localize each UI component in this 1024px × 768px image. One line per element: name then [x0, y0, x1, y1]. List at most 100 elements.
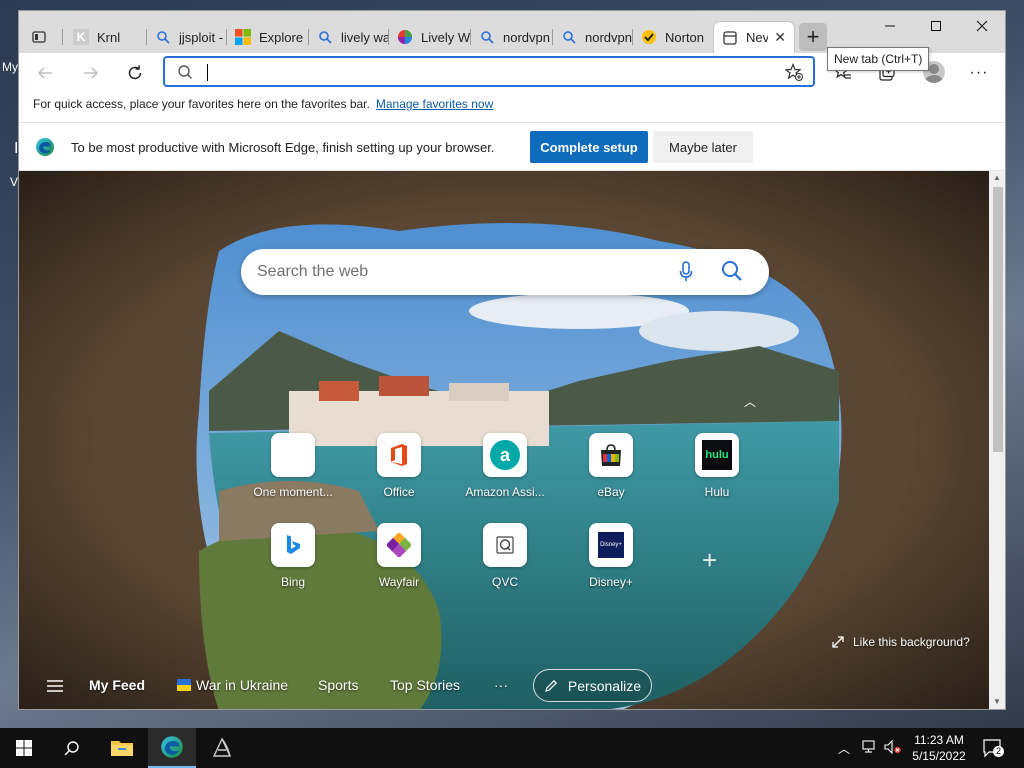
close-window-button[interactable]	[959, 11, 1005, 41]
amazon-icon: a	[483, 433, 527, 477]
search-icon	[561, 29, 577, 45]
edge-logo-icon	[36, 138, 54, 156]
tab-label: Lively W	[421, 29, 471, 45]
minimize-button[interactable]	[867, 11, 913, 41]
personalize-button[interactable]: Personalize	[533, 669, 652, 702]
manage-favorites-link[interactable]: Manage favorites now	[376, 97, 493, 111]
search-placeholder: Search the web	[257, 263, 369, 280]
microphone-icon[interactable]	[679, 261, 693, 288]
tab-label: Krnl	[97, 29, 121, 45]
desktop-label: V	[10, 175, 19, 189]
tab-actions-button[interactable]	[23, 21, 63, 53]
tab-lively[interactable]: Lively W	[389, 21, 471, 53]
bing-icon	[271, 523, 315, 567]
quick-link-bing[interactable]: Bing	[248, 523, 338, 603]
quick-link-qvc[interactable]: QVC	[460, 523, 550, 603]
clock[interactable]: 11:23 AM 5/15/2022	[906, 732, 972, 764]
settings-menu-button[interactable]: ···	[965, 59, 993, 87]
office-icon	[377, 433, 421, 477]
feed-tab-my-feed[interactable]: My Feed	[89, 677, 145, 693]
search-button[interactable]	[48, 728, 96, 768]
loading-icon	[271, 433, 315, 477]
maybe-later-button[interactable]: Maybe later	[653, 131, 753, 163]
search-icon	[155, 29, 171, 45]
scroll-down-icon[interactable]: ▼	[993, 697, 1001, 706]
expand-icon	[832, 636, 844, 648]
search-icon	[479, 29, 495, 45]
quick-link-label: Bing	[280, 575, 306, 589]
edge-window: K Krnl jjsploit - Explore lively wa Live…	[18, 10, 1006, 710]
quick-link-ebay[interactable]: eBay	[566, 433, 656, 513]
tab-new-tab[interactable]: Nev ✕	[713, 21, 795, 53]
refresh-button[interactable]	[121, 59, 149, 87]
quick-link-label: Wayfair	[378, 575, 420, 589]
microsoft-icon	[235, 29, 251, 45]
menu-icon[interactable]	[47, 679, 63, 698]
quick-link-label: Disney+	[589, 575, 633, 589]
quick-link-office[interactable]: Office	[354, 433, 444, 513]
tab-label: nordvpn	[585, 29, 632, 45]
maximize-button[interactable]	[913, 11, 959, 41]
quick-link-wayfair[interactable]: Wayfair	[354, 523, 444, 603]
qvc-icon	[483, 523, 527, 567]
more-icon: ···	[969, 64, 989, 81]
tab-nordvpn-1[interactable]: nordvpn	[471, 21, 553, 53]
tab-explore[interactable]: Explore	[227, 21, 309, 53]
desktop-label: My	[2, 60, 18, 74]
add-site-button[interactable]: +	[702, 545, 717, 576]
forward-button[interactable]	[77, 59, 105, 87]
web-search-box[interactable]: Search the web	[241, 249, 769, 295]
tab-norton[interactable]: Norton	[633, 21, 713, 53]
new-tab-page: Search the web ︿ One moment... Office a …	[19, 171, 989, 709]
wayfair-icon	[377, 523, 421, 567]
address-input[interactable]	[205, 62, 765, 82]
taskbar: ︿ 11:23 AM 5/15/2022 2	[0, 728, 1024, 768]
close-tab-icon[interactable]: ✕	[774, 29, 786, 46]
scroll-up-icon[interactable]: ▲	[993, 173, 1001, 182]
file-explorer-button[interactable]	[98, 728, 146, 768]
start-button[interactable]	[0, 728, 48, 768]
search-icon[interactable]	[721, 260, 743, 287]
add-favorite-icon[interactable]	[784, 62, 803, 86]
edge-taskbar-button[interactable]	[148, 728, 196, 768]
disney-logo: Disney+	[598, 532, 624, 558]
feed-tab-sports[interactable]: Sports	[318, 677, 358, 693]
app-taskbar-button[interactable]	[198, 728, 246, 768]
tab-lively-search[interactable]: lively wa	[309, 21, 389, 53]
network-icon[interactable]	[862, 740, 878, 757]
quick-link-amazon-assistant[interactable]: a Amazon Assi...	[460, 433, 550, 513]
show-hidden-icons[interactable]: ︿	[838, 740, 850, 757]
chevron-up-icon[interactable]: ︿	[744, 393, 756, 410]
tab-krnl[interactable]: K Krnl	[65, 21, 147, 53]
quick-link-disney-plus[interactable]: Disney+ Disney+	[566, 523, 656, 603]
feed-tab-top-stories[interactable]: Top Stories	[390, 677, 460, 693]
volume-muted-icon[interactable]	[884, 739, 902, 757]
action-center-button[interactable]: 2	[982, 737, 1004, 759]
feed-tab-label: War in Ukraine	[196, 677, 289, 693]
quick-link-label: QVC	[491, 575, 518, 589]
edge-icon	[161, 736, 183, 758]
tab-nordvpn-2[interactable]: nordvpn	[553, 21, 633, 53]
ukraine-flag-icon	[177, 679, 191, 691]
new-tab-button[interactable]: +	[799, 23, 827, 51]
scrollbar-thumb[interactable]	[993, 187, 1003, 452]
quick-link-hulu[interactable]: hulu Hulu	[672, 433, 762, 513]
setup-banner: To be most productive with Microsoft Edg…	[19, 122, 1005, 171]
tab-label: Norton	[665, 29, 705, 45]
search-icon	[317, 29, 333, 45]
quick-link-label: eBay	[597, 485, 625, 499]
personalize-label: Personalize	[567, 677, 642, 694]
feed-tab-war-in-ukraine[interactable]: War in Ukraine	[177, 677, 288, 693]
hulu-logo: hulu	[702, 440, 732, 470]
tab-label: Explore	[259, 29, 304, 45]
plus-icon: +	[806, 24, 820, 49]
quick-link-loading[interactable]: One moment...	[248, 433, 338, 513]
like-background-button[interactable]: Like this background?	[831, 635, 970, 649]
complete-setup-button[interactable]: Complete setup	[530, 131, 648, 163]
tab-jjsploit[interactable]: jjsploit -	[147, 21, 227, 53]
address-bar[interactable]	[163, 56, 815, 87]
clock-date: 5/15/2022	[912, 749, 966, 763]
back-button[interactable]	[31, 59, 59, 87]
page-scrollbar[interactable]: ▲ ▼	[989, 171, 1005, 709]
feed-more-button[interactable]: ···	[494, 677, 508, 693]
